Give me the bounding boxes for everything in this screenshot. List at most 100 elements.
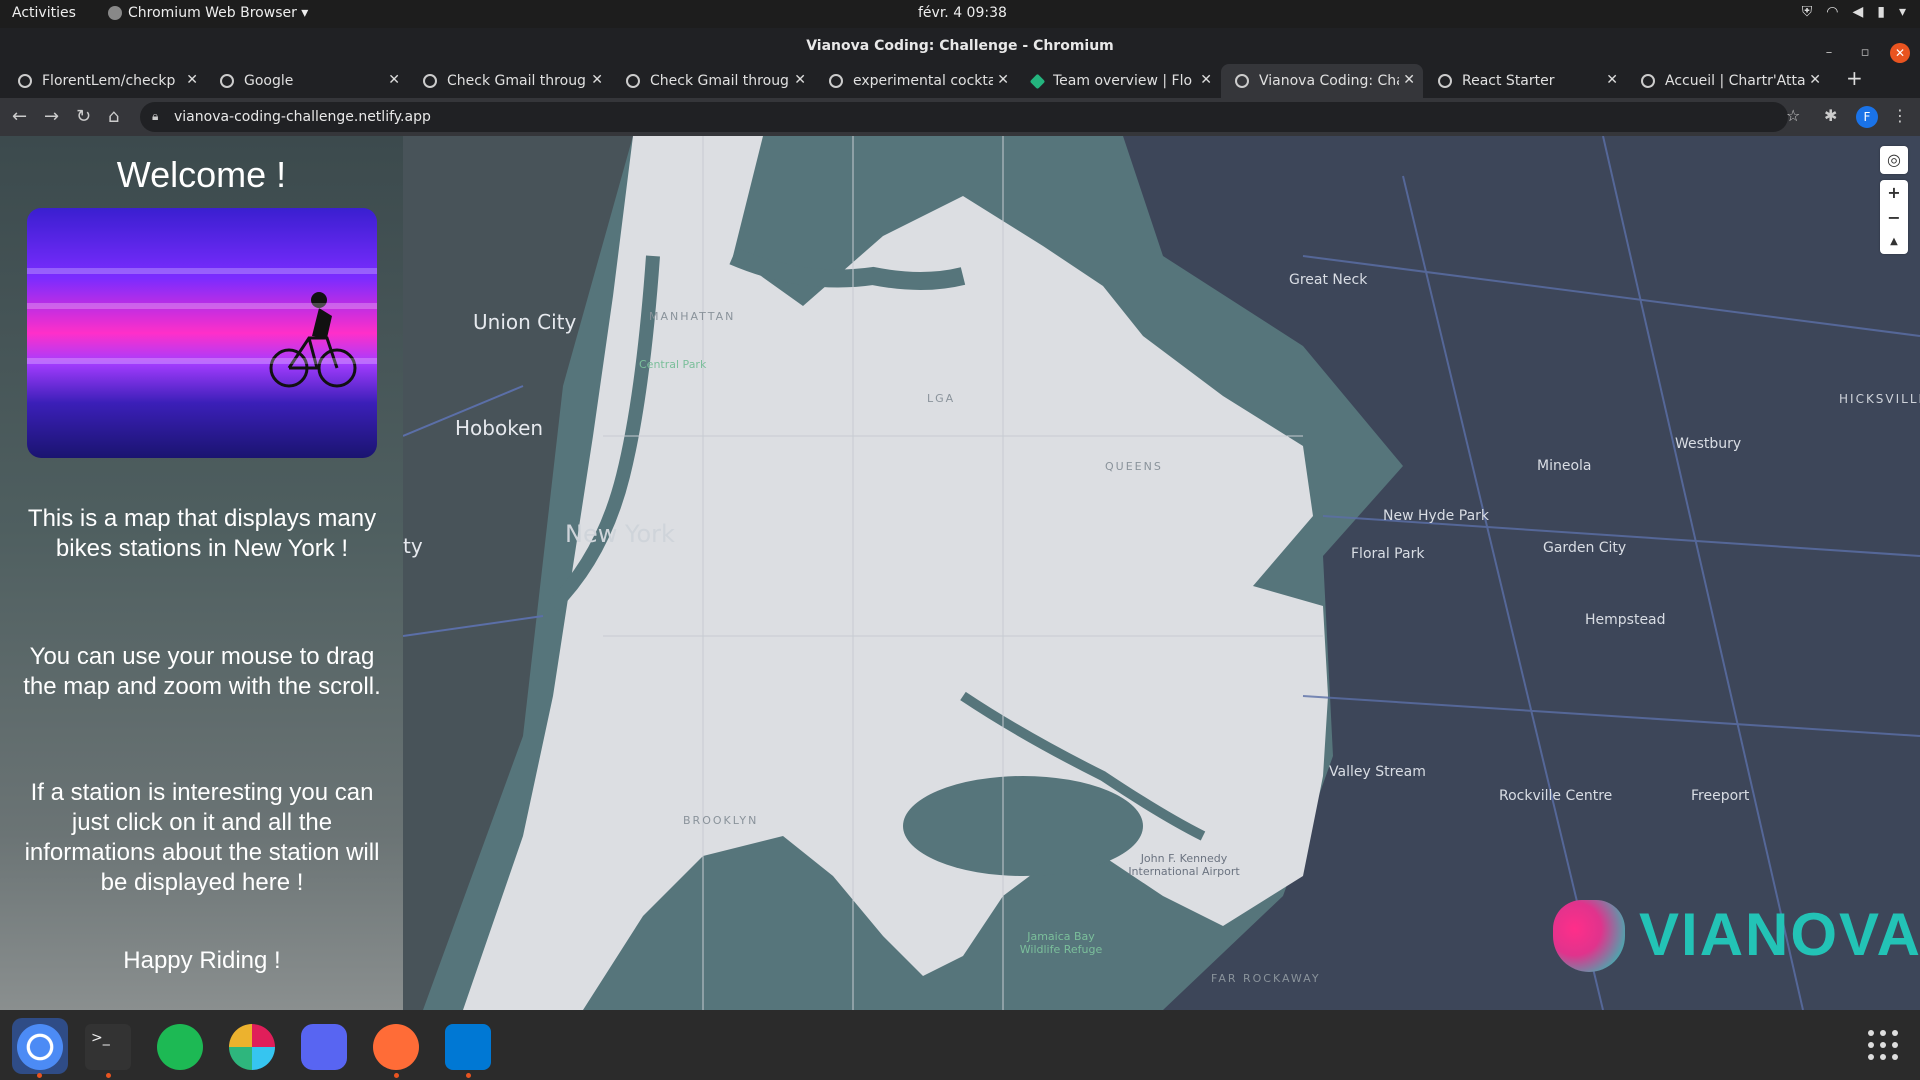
github-icon — [18, 74, 32, 88]
tab-title: Google — [244, 73, 294, 89]
tab[interactable]: Team overview | Flor ✕ — [1018, 64, 1220, 98]
home-icon[interactable]: ⌂ — [108, 106, 119, 127]
profile-avatar[interactable]: F — [1856, 106, 1878, 128]
globe-icon — [1235, 74, 1249, 88]
geolocate-button[interactable]: ◎ — [1880, 146, 1908, 174]
tab-active[interactable]: Vianova Coding: Cha ✕ — [1221, 64, 1423, 98]
terminal-icon[interactable]: >_ — [85, 1024, 131, 1070]
battery-icon: ▮ — [1877, 4, 1885, 20]
map-label-brooklyn: BROOKLYN — [683, 814, 759, 827]
map-label-jfk: John F. Kennedy International Airport — [1128, 852, 1240, 878]
close-tab-icon[interactable]: ✕ — [1403, 72, 1415, 88]
toolbar: ← → ↻ ⌂ vianova-coding-challenge.netlify… — [0, 98, 1920, 136]
reload-icon[interactable]: ↻ — [76, 106, 91, 127]
running-indicator — [37, 1073, 42, 1078]
extensions-icon[interactable]: ✱ — [1824, 106, 1837, 125]
map-label-jamaica-bay: Jamaica Bay Wildlife Refuge — [1019, 930, 1103, 956]
zoom-controls: + − ▲ — [1880, 180, 1908, 254]
chevron-down-icon: ▾ — [1898, 4, 1906, 20]
close-tab-icon[interactable]: ✕ — [1200, 72, 1212, 88]
netlify-icon — [1029, 73, 1046, 89]
tab[interactable]: Google ✕ — [206, 64, 408, 98]
tab[interactable]: React Starter ✕ — [1424, 64, 1626, 98]
info-sidebar: Welcome ! This is a map that displays ma… — [0, 136, 403, 1010]
clock[interactable]: févr. 4 09:38 — [918, 5, 1007, 21]
close-tab-icon[interactable]: ✕ — [794, 72, 806, 88]
tab-title: React Starter — [1462, 73, 1555, 89]
postman-icon[interactable] — [373, 1024, 419, 1070]
instructions-paragraph: You can use your mouse to drag the map a… — [23, 643, 381, 700]
happy-riding-text: Happy Riding ! — [123, 947, 281, 974]
google-icon — [220, 74, 234, 88]
vscode-icon[interactable] — [445, 1024, 491, 1070]
close-tab-icon[interactable]: ✕ — [591, 72, 603, 88]
app-menu[interactable]: Chromium Web Browser ▾ — [108, 5, 308, 21]
cyclist-hero-image — [27, 208, 377, 458]
map-label-lga: LGA — [927, 392, 956, 405]
globe-icon — [1641, 74, 1655, 88]
close-tab-icon[interactable]: ✕ — [388, 72, 400, 88]
map-label-floral-park: Floral Park — [1351, 546, 1425, 562]
activities-button[interactable]: Activities — [12, 5, 76, 21]
chromium-icon[interactable] — [17, 1024, 63, 1070]
close-tab-icon[interactable]: ✕ — [1809, 72, 1821, 88]
forward-icon[interactable]: → — [44, 106, 59, 127]
welcome-heading: Welcome ! — [116, 154, 287, 195]
system-top-bar: Activities Chromium Web Browser ▾ févr. … — [0, 0, 1920, 28]
vianova-logo-text: VIANOVA — [1639, 901, 1920, 968]
tab[interactable]: Accueil | Chartr'Atta ✕ — [1627, 64, 1829, 98]
cyclist-silhouette — [269, 292, 357, 388]
window-title-bar: Vianova Coding: Challenge - Chromium – ▫… — [0, 28, 1920, 64]
tab-strip: FlorentLem/checkp ✕ Google ✕ Check Gmail t… — [0, 64, 1920, 98]
show-applications-icon[interactable] — [1868, 1030, 1898, 1060]
map-label-union-city: Union City — [473, 310, 577, 334]
menu-icon[interactable]: ⋮ — [1892, 106, 1908, 125]
volume-icon: ◀ — [1852, 4, 1864, 20]
back-icon[interactable]: ← — [12, 106, 27, 127]
discord-icon[interactable] — [301, 1024, 347, 1070]
new-tab-button[interactable]: + — [1846, 66, 1863, 90]
map-label-central-park: Central Park — [639, 358, 707, 371]
window-title: Vianova Coding: Challenge - Chromium — [806, 38, 1114, 54]
slack-icon[interactable] — [229, 1024, 275, 1070]
tab[interactable]: experimental cockta ✕ — [815, 64, 1017, 98]
tab-title: FlorentLem/checkp — [42, 73, 176, 89]
spotify-icon[interactable] — [157, 1024, 203, 1070]
system-tray[interactable]: ⛨ ◠ ◀ ▮ ▾ — [1802, 4, 1906, 20]
chromium-icon — [108, 6, 122, 20]
running-indicator — [106, 1073, 111, 1078]
wifi-icon: ◠ — [1826, 4, 1839, 20]
map-label-westbury: Westbury — [1675, 436, 1742, 452]
ubuntu-dock — [0, 1010, 1920, 1080]
lock-icon[interactable]: 🔒︎ — [152, 109, 158, 124]
bookmark-star-icon[interactable]: ☆ — [1786, 106, 1800, 125]
close-tab-icon[interactable]: ✕ — [186, 72, 198, 88]
map-label-garden-city: Garden City — [1543, 540, 1627, 556]
map-label-hicksville: HICKSVILLE — [1839, 392, 1920, 406]
crosshair-icon: ◎ — [1887, 150, 1901, 169]
app-menu-label: Chromium Web Browser ▾ — [128, 5, 309, 21]
jamaica-bay — [903, 776, 1143, 876]
address-bar[interactable]: vianova-coding-challenge.netlify.app — [140, 102, 1788, 132]
tab[interactable]: Check Gmail throug ✕ — [612, 64, 814, 98]
tab-title: experimental cockta — [853, 73, 993, 89]
tab-title: Check Gmail throug — [650, 73, 789, 89]
zoom-in-button[interactable]: + — [1880, 180, 1908, 206]
map-label-rockville-centre: Rockville Centre — [1499, 788, 1613, 804]
map-label-great-neck: Great Neck — [1289, 272, 1368, 288]
map-canvas[interactable]: Union City Hoboken ty New York MANHATTAN… — [403, 136, 1920, 1010]
tab-title: Vianova Coding: Cha — [1259, 73, 1399, 89]
google-icon — [829, 74, 843, 88]
close-window-button[interactable]: ✕ — [1890, 43, 1910, 63]
vianova-heart-icon — [1553, 900, 1625, 972]
light-streak — [27, 268, 377, 274]
close-tab-icon[interactable]: ✕ — [1606, 72, 1618, 88]
tab[interactable]: Check Gmail throug ✕ — [409, 64, 611, 98]
tab[interactable]: FlorentLem/checkp ✕ — [4, 64, 206, 98]
map-label-mineola: Mineola — [1537, 458, 1592, 474]
map-label-hoboken: Hoboken — [455, 416, 544, 440]
map-label-manhattan: MANHATTAN — [649, 310, 736, 323]
compass-button[interactable]: ▲ — [1880, 230, 1908, 254]
zoom-out-button[interactable]: − — [1880, 206, 1908, 230]
close-tab-icon[interactable]: ✕ — [997, 72, 1009, 88]
